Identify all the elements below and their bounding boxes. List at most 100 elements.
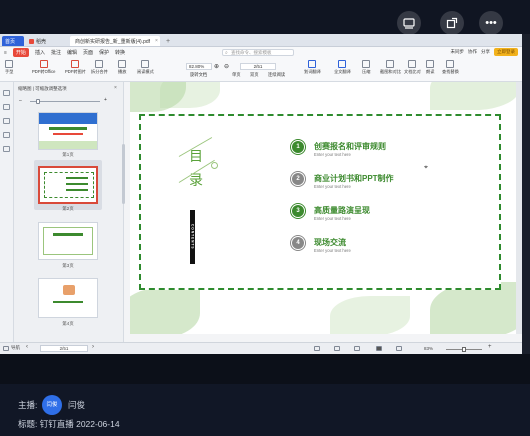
status-page-input[interactable]: 2/51 (40, 345, 88, 352)
word-translate-button[interactable]: 划词翻译 (304, 60, 321, 75)
thumbnail-label: 第4页 (62, 321, 74, 326)
menu-protect[interactable]: 保护 (99, 49, 109, 56)
item-subtitle: Enter your text here (314, 184, 351, 189)
leaf-decoration (330, 296, 410, 334)
hand-tool-button[interactable]: 手型 (5, 60, 13, 75)
fit-page-icon[interactable] (396, 346, 402, 351)
zoom-in-thumb-icon[interactable]: + (104, 97, 107, 103)
menu-start[interactable]: 开始 (12, 48, 29, 57)
thumbnail-page-2[interactable] (38, 166, 98, 204)
view-mode-icon[interactable] (314, 346, 320, 351)
more-icon[interactable]: ••• (479, 11, 503, 35)
tab-document[interactable]: 商创新实研报告_新_重新版(4).pdf × (70, 36, 160, 46)
pdf-image-icon (71, 60, 80, 68)
view-mode-icon[interactable] (334, 346, 340, 351)
file-menu-icon[interactable]: ≡ (4, 50, 7, 56)
menu-convert[interactable]: 转换 (115, 49, 125, 56)
single-page-button[interactable]: 单页 (232, 72, 241, 78)
close-tab-icon[interactable]: × (155, 38, 158, 44)
thumbnail-page-3[interactable] (38, 222, 98, 260)
full-translate-button[interactable]: 全文翻译 (334, 60, 351, 75)
screenshot-compare-button[interactable]: 截图和对比 (380, 60, 401, 75)
pdf-to-office-button[interactable]: PDF转Office (32, 60, 55, 75)
attachment-icon[interactable] (3, 132, 10, 138)
zoom-in-icon[interactable]: + (488, 344, 492, 350)
compress-icon (362, 60, 371, 68)
thumb-line-1 (66, 177, 88, 179)
thumbnail-label: 第2页 (62, 206, 74, 211)
search-panel-icon[interactable] (3, 146, 10, 152)
search-icon: ⌕ (225, 50, 228, 56)
stream-title: 标题: 钉钉直播 2022-06-14 (18, 419, 120, 429)
zoom-input[interactable]: 82.80% (186, 63, 212, 70)
menu-page[interactable]: 页面 (83, 49, 93, 56)
zoom-in-icon[interactable]: ⊕ (214, 63, 219, 70)
compare-icon (408, 60, 417, 68)
doc-compare-button[interactable]: 文档比对 (404, 60, 421, 75)
share-button[interactable]: 分享 (481, 49, 490, 55)
item-title: 高质量路演呈现 (314, 206, 370, 215)
compress-button[interactable]: 压缩 (362, 60, 370, 75)
command-search-input[interactable]: ⌕ 查找命令、搜索模板 (222, 49, 294, 56)
nav-pane-icon[interactable] (3, 346, 9, 351)
menu-edit[interactable]: 编辑 (67, 49, 77, 56)
play-icon (118, 60, 127, 68)
thumbnail-size-slider[interactable] (30, 101, 100, 102)
page-input[interactable]: 2/51 (240, 63, 276, 70)
item-number: 2 (293, 174, 303, 184)
play-slideshow-icon[interactable] (376, 346, 382, 351)
item-title: 商业计划书和PPT制作 (314, 174, 394, 183)
thumbnail-page-4[interactable] (38, 278, 98, 318)
read-mode-button[interactable]: 阅读模式 (137, 60, 154, 75)
nav-label: 导航 (11, 345, 20, 350)
stream-info-footer: 主播: 闫俊 闫俊 标题: 钉钉直播 2022-06-14 (0, 384, 530, 436)
new-tab-icon[interactable]: + (163, 36, 173, 46)
rotate-button[interactable]: 旋转文档 (190, 72, 207, 78)
bookmark-icon[interactable] (3, 104, 10, 110)
sync-status[interactable]: 未同步 (451, 49, 465, 55)
collab-button[interactable]: 协作 (468, 49, 477, 55)
double-page-button[interactable]: 双页 (250, 72, 259, 78)
split-merge-button[interactable]: 拆分合并 (91, 60, 108, 75)
prev-page-icon[interactable]: ‹ (26, 344, 28, 350)
hand-icon (5, 60, 14, 68)
zoom-level[interactable]: 83% (424, 346, 433, 351)
thumb-line-3 (66, 189, 88, 191)
thumb-footer (39, 141, 97, 149)
pdf-to-image-button[interactable]: PDF转图片 (65, 60, 86, 75)
close-panel-icon[interactable]: × (114, 85, 117, 91)
menu-comment[interactable]: 批注 (51, 49, 61, 56)
tab-home[interactable]: 首页 (2, 36, 24, 46)
item-title: 创赛报名和评审规则 (314, 142, 386, 151)
thumb-header (39, 113, 97, 124)
continuous-read-button[interactable]: 连续阅读 (268, 72, 285, 78)
next-page-icon[interactable]: › (92, 344, 94, 350)
cast-icon[interactable] (397, 11, 421, 35)
thumb-dash-box (44, 172, 94, 198)
view-mode-icon[interactable] (354, 346, 360, 351)
read-aloud-button[interactable]: 朗读 (426, 60, 434, 75)
screenshot-icon (386, 60, 395, 68)
play-button[interactable]: 播放 (118, 60, 126, 75)
docer-icon (29, 38, 34, 44)
thumb-subtitle-bar (53, 133, 83, 135)
mouse-cursor-icon: ⌖ (424, 164, 428, 171)
avatar[interactable]: 闫俊 (42, 395, 62, 415)
slide-page: 目 录 CONTENTS 1 创赛报名和评审规则 Enter your text… (130, 82, 522, 334)
menu-insert[interactable]: 插入 (35, 49, 45, 56)
thumbnail-icon[interactable] (3, 90, 10, 96)
zoom-out-icon[interactable]: ⊖ (224, 63, 229, 70)
zoom-slider-handle[interactable] (462, 347, 466, 352)
slider-handle[interactable] (36, 99, 40, 104)
tab-docer[interactable]: 稻壳 (26, 36, 66, 46)
host-name[interactable]: 闫俊 (68, 399, 85, 411)
zoom-out-thumb-icon[interactable]: – (19, 98, 22, 104)
status-bar: 导航 ‹ 2/51 › 83% + (0, 342, 522, 354)
item-subtitle: Enter your text here (314, 248, 351, 253)
login-button[interactable]: 立即登录 (494, 48, 518, 56)
share-icon[interactable] (440, 11, 464, 35)
find-replace-button[interactable]: 查找替换 (442, 60, 459, 75)
comment-icon[interactable] (3, 118, 10, 124)
thumb-image (63, 285, 75, 295)
thumbnail-page-1[interactable] (38, 112, 98, 150)
